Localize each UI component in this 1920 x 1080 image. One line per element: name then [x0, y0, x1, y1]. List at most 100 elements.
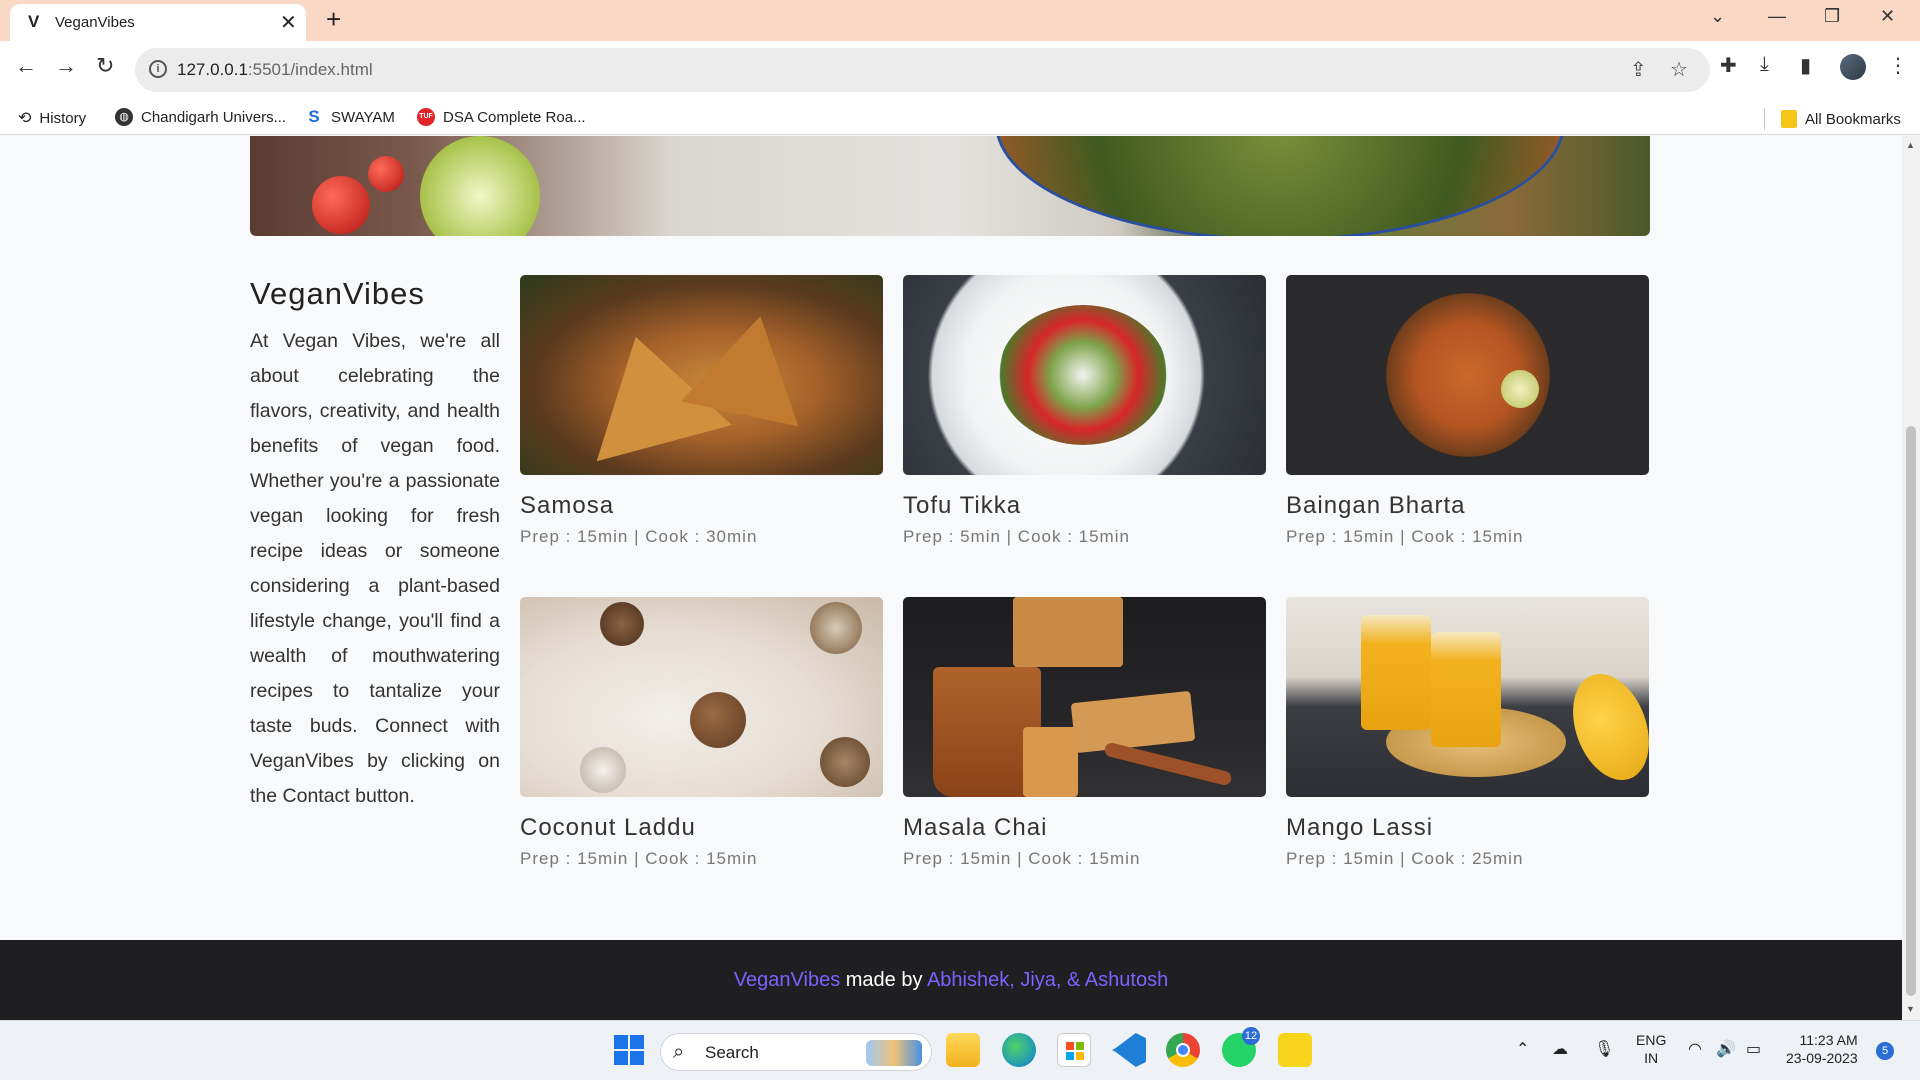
microphone-icon[interactable]: 🎙: [1594, 1039, 1614, 1059]
close-tab-icon[interactable]: ✕: [280, 10, 297, 35]
whatsapp-badge: 12: [1242, 1027, 1260, 1045]
all-bookmarks-label: All Bookmarks: [1805, 110, 1901, 128]
start-icon[interactable]: [612, 1033, 646, 1067]
bookmark-label: SWAYAM: [331, 108, 395, 126]
file-explorer-icon[interactable]: [946, 1033, 980, 1067]
recipe-title[interactable]: Tofu Tikka: [903, 492, 1266, 520]
wifi-icon[interactable]: ◠: [1688, 1039, 1702, 1059]
recipe-card-samosa[interactable]: Samosa Prep : 15min | Cook : 30min: [520, 275, 883, 547]
tab-veganvibes[interactable]: V VeganVibes ✕: [10, 4, 306, 41]
browser-toolbar: ← → ↻ i 127.0.0.1:5501/index.html ⇪ ☆ ✚ …: [0, 41, 1920, 99]
baingan-bharta-image[interactable]: [1286, 275, 1649, 475]
about-section: VeganVibes At Vegan Vibes, we're all abo…: [250, 276, 500, 814]
footer-credit: VeganVibes made by Abhishek, Jiya, & Ash…: [0, 940, 1902, 992]
search-label: Search: [705, 1043, 759, 1062]
download-icon[interactable]: ⤓: [1760, 53, 1769, 76]
page-scrollbar[interactable]: ▲ ▼: [1902, 136, 1920, 1020]
new-tab-icon[interactable]: +: [326, 6, 341, 32]
tab-favicon: V: [28, 12, 40, 31]
tab-title: VeganVibes: [55, 14, 135, 31]
back-icon[interactable]: ←: [15, 53, 37, 79]
recipe-meta: Prep : 15min | Cook : 15min: [1286, 527, 1524, 546]
recipe-title[interactable]: Masala Chai: [903, 814, 1266, 842]
clock-date: 23-09-2023: [1786, 1050, 1858, 1066]
chrome-icon[interactable]: [1166, 1033, 1200, 1067]
sticky-notes-icon[interactable]: [1278, 1033, 1312, 1067]
whatsapp-icon[interactable]: 12: [1222, 1027, 1260, 1067]
onedrive-icon[interactable]: ☁: [1552, 1039, 1568, 1059]
menu-icon[interactable]: ⋮: [1888, 53, 1908, 78]
recipe-title[interactable]: Baingan Bharta: [1286, 492, 1649, 520]
scroll-thumb[interactable]: [1906, 426, 1916, 996]
reload-icon[interactable]: ↻: [96, 53, 114, 79]
search-highlight-icon: [866, 1040, 922, 1066]
about-text: At Vegan Vibes, we're all about celebrat…: [250, 330, 500, 807]
profile-avatar[interactable]: [1840, 54, 1866, 80]
tab-strip: V VeganVibes ✕ + ⌄ — ❐ ✕: [0, 0, 1920, 41]
extensions-icon[interactable]: ✚: [1720, 53, 1737, 78]
masala-chai-image[interactable]: [903, 597, 1266, 797]
page-viewport: VeganVibes At Vegan Vibes, we're all abo…: [0, 136, 1902, 1020]
recipe-card-coconut-laddu[interactable]: Coconut Laddu Prep : 15min | Cook : 15mi…: [520, 597, 883, 869]
footer-brand[interactable]: VeganVibes: [734, 969, 840, 991]
recipe-meta: Prep : 15min | Cook : 25min: [1286, 849, 1524, 868]
swayam-icon: S: [308, 107, 320, 126]
taskbar-search[interactable]: ⌕ Search: [660, 1033, 932, 1071]
tuf-icon: TUF: [417, 108, 435, 126]
side-panel-icon[interactable]: ▮: [1800, 53, 1811, 78]
bookmark-history[interactable]: ⟲ History: [18, 108, 86, 128]
store-icon[interactable]: [1057, 1033, 1091, 1067]
share-icon[interactable]: ⇪: [1630, 57, 1647, 82]
recipe-card-baingan-bharta[interactable]: Baingan Bharta Prep : 15min | Cook : 15m…: [1286, 275, 1649, 547]
bookmark-chandigarh[interactable]: ◍ Chandigarh Univers...: [115, 108, 286, 126]
folder-icon: [1781, 110, 1797, 128]
mango-lassi-image[interactable]: [1286, 597, 1649, 797]
bookmark-swayam[interactable]: S SWAYAM: [305, 108, 395, 126]
recipe-card-tofu-tikka[interactable]: Tofu Tikka Prep : 5min | Cook : 15min: [903, 275, 1266, 547]
minimize-icon[interactable]: —: [1768, 6, 1786, 27]
notification-badge[interactable]: 5: [1876, 1042, 1894, 1060]
footer-authors[interactable]: Abhishek, Jiya, & Ashutosh: [927, 969, 1168, 991]
coconut-laddu-image[interactable]: [520, 597, 883, 797]
scroll-down-icon[interactable]: ▼: [1906, 1004, 1915, 1014]
battery-icon[interactable]: ▭: [1746, 1039, 1761, 1059]
url-text[interactable]: 127.0.0.1:5501/index.html: [177, 60, 373, 80]
language-indicator[interactable]: ENG IN: [1636, 1031, 1666, 1067]
clock-time: 11:23 AM: [1799, 1032, 1858, 1048]
tofu-tikka-image[interactable]: [903, 275, 1266, 475]
forward-icon[interactable]: →: [55, 53, 77, 79]
samosa-image[interactable]: [520, 275, 883, 475]
recipe-meta: Prep : 15min | Cook : 15min: [903, 849, 1141, 868]
recipe-meta: Prep : 15min | Cook : 30min: [520, 527, 758, 546]
lime-image: [420, 136, 540, 236]
show-hidden-icons[interactable]: ⌃: [1516, 1039, 1529, 1059]
bookmark-dsa[interactable]: TUF DSA Complete Roa...: [417, 108, 586, 126]
address-bar[interactable]: i 127.0.0.1:5501/index.html ⇪ ☆: [135, 48, 1710, 92]
about-title: VeganVibes: [250, 276, 425, 311]
volume-icon[interactable]: 🔊: [1716, 1039, 1736, 1059]
windows-taskbar: ⌕ Search 12 ⌃ ☁ 🎙 ENG IN ◠ 🔊 ▭ 11:23 AM …: [0, 1020, 1920, 1080]
recipe-title[interactable]: Coconut Laddu: [520, 814, 883, 842]
scroll-up-icon[interactable]: ▲: [1906, 140, 1915, 150]
close-window-icon[interactable]: ✕: [1880, 6, 1895, 27]
site-footer: VeganVibes made by Abhishek, Jiya, & Ash…: [0, 940, 1902, 1020]
vscode-icon[interactable]: [1112, 1033, 1146, 1067]
bookmark-star-icon[interactable]: ☆: [1670, 57, 1688, 82]
system-clock[interactable]: 11:23 AM 23-09-2023: [1786, 1031, 1858, 1067]
salad-bowl-image: [995, 136, 1565, 236]
all-bookmarks[interactable]: All Bookmarks: [1764, 108, 1901, 130]
tomato-image: [312, 176, 370, 234]
recipe-title[interactable]: Samosa: [520, 492, 883, 520]
restore-icon[interactable]: ❐: [1824, 6, 1840, 27]
search-icon: ⌕: [673, 1041, 685, 1063]
tomato-image: [368, 156, 404, 192]
recipe-card-masala-chai[interactable]: Masala Chai Prep : 15min | Cook : 15min: [903, 597, 1266, 869]
recipe-title[interactable]: Mango Lassi: [1286, 814, 1649, 842]
recipe-card-mango-lassi[interactable]: Mango Lassi Prep : 15min | Cook : 25min: [1286, 597, 1649, 869]
tab-search-icon[interactable]: ⌄: [1710, 6, 1725, 27]
hero-image: [250, 136, 1650, 236]
bookmarks-bar: ⟲ History ◍ Chandigarh Univers... S SWAY…: [0, 99, 1920, 135]
site-info-icon[interactable]: i: [149, 60, 167, 78]
edge-icon[interactable]: [1002, 1033, 1036, 1067]
history-icon: ⟲: [18, 110, 32, 127]
